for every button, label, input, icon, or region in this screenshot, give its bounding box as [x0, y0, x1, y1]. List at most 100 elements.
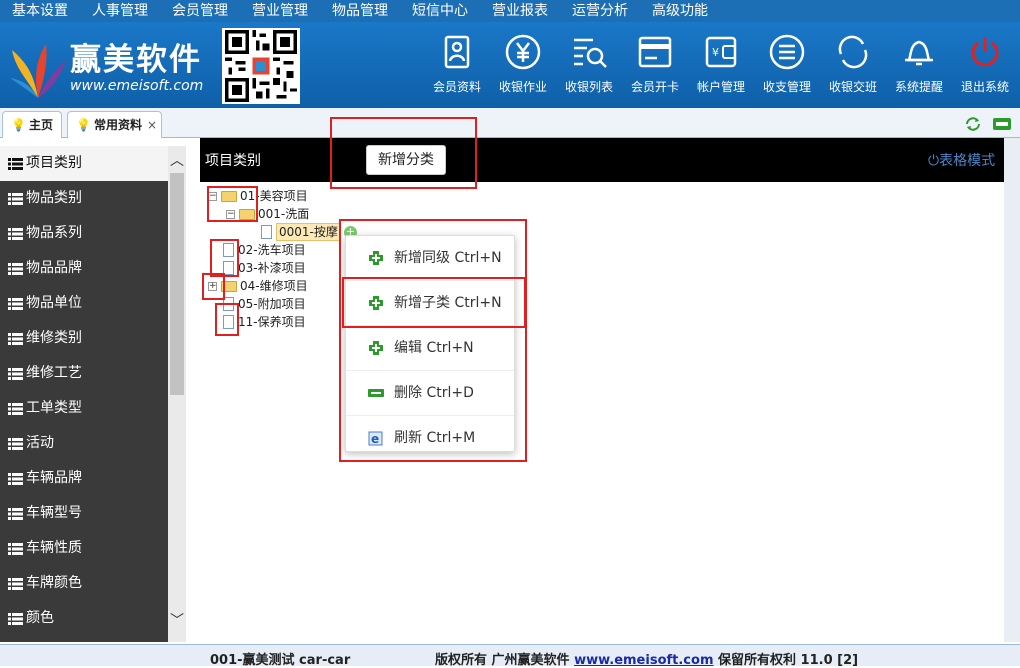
sidebar-item-project-category[interactable]: 项目类别: [0, 146, 186, 181]
minimize-icon[interactable]: [992, 116, 1012, 132]
sidebar: 项目类别 物品类别 物品系列 物品品牌 物品单位 维修类别 维修工艺 工单类型 …: [0, 146, 186, 642]
sidebar-item-vehicle-model[interactable]: 车辆型号: [0, 496, 186, 531]
toolbar-shift[interactable]: 收银交班: [822, 32, 884, 95]
toolbar-exit[interactable]: 退出系统: [954, 32, 1016, 95]
sidebar-item-work-order-type[interactable]: 工单类型: [0, 391, 186, 426]
menu-hr[interactable]: 人事管理: [80, 0, 160, 22]
toolbar-label: 会员开卡: [630, 80, 679, 94]
tab-common-data[interactable]: 💡 常用资料 ×: [67, 111, 162, 138]
list-icon: [8, 437, 23, 450]
sidebar-item-repair-process[interactable]: 维修工艺: [0, 356, 186, 391]
close-icon[interactable]: ×: [147, 118, 157, 132]
footer: 001-赢美测试 car-car 版权所有 广州赢美软件 www.emeisof…: [0, 644, 1020, 668]
tree-node-label: 02-洗车项目: [238, 243, 306, 257]
annotation-box: [215, 303, 239, 336]
sidebar-item-repair-category[interactable]: 维修类别: [0, 321, 186, 356]
sidebar-item-label: 颜色: [26, 610, 54, 626]
toolbar-label: 帐户管理: [696, 80, 745, 94]
list-icon: [8, 472, 23, 485]
document-icon: [261, 225, 272, 239]
tree-panel: [200, 182, 1004, 642]
list-icon: [8, 262, 23, 275]
toolbar-label: 退出系统: [960, 80, 1009, 94]
sidebar-item-label: 工单类型: [26, 400, 82, 416]
sidebar-item-label: 项目类别: [26, 155, 82, 171]
annotation-box: [342, 277, 526, 328]
header-banner: 赢美软件 www.emeisoft.com 会员资料 收银作业 收银列表 会员开…: [0, 22, 1020, 108]
sidebar-item-label: 物品类别: [26, 190, 82, 206]
menu-sms[interactable]: 短信中心: [400, 0, 480, 22]
sidebar-item-vehicle-nature[interactable]: 车辆性质: [0, 531, 186, 566]
svg-text:¥: ¥: [712, 46, 719, 59]
bulb-icon: 💡: [11, 118, 26, 132]
chevron-down-icon[interactable]: ﹀: [170, 610, 184, 630]
sidebar-item-label: 物品系列: [26, 225, 82, 241]
toolbar-cashier-list[interactable]: 收银列表: [558, 32, 620, 95]
sidebar-item-color[interactable]: 颜色: [0, 601, 186, 636]
tab-label: 主页: [28, 118, 53, 132]
tab-home[interactable]: 💡 主页: [2, 111, 62, 138]
logo-icon: [10, 44, 66, 98]
toolbar-open-card[interactable]: 会员开卡: [624, 32, 686, 95]
table-mode-label: 表格模式: [939, 153, 996, 169]
refresh-icon[interactable]: [963, 115, 983, 133]
footer-user: 001-赢美测试 car-car: [210, 653, 351, 668]
menu-goods[interactable]: 物品管理: [320, 0, 400, 22]
page-title: 项目类别: [205, 153, 261, 169]
lines-icon: [769, 34, 805, 70]
sidebar-item-plate-color[interactable]: 车牌颜色: [0, 566, 186, 601]
card-icon: [638, 36, 672, 68]
menu-basic-settings[interactable]: 基本设置: [0, 0, 80, 22]
annotation-box: [202, 273, 225, 300]
list-icon: [8, 367, 23, 380]
tree-node-label: 04-维修项目: [240, 279, 308, 293]
sidebar-item-goods-brand[interactable]: 物品品牌: [0, 251, 186, 286]
content-header: [200, 138, 1004, 182]
sidebar-item-goods-series[interactable]: 物品系列: [0, 216, 186, 251]
sidebar-item-label: 车辆型号: [26, 505, 82, 521]
table-mode-link[interactable]: ⏻表格模式: [928, 150, 995, 170]
annotation-box: [339, 219, 527, 462]
wallet-icon: ¥: [705, 36, 737, 68]
toolbar-label: 收银列表: [564, 80, 613, 94]
list-icon: [8, 542, 23, 555]
tree-node-label: 0001-按摩: [276, 223, 341, 241]
toolbar-member-info[interactable]: 会员资料: [426, 32, 488, 95]
list-icon: [8, 157, 23, 170]
list-icon: [8, 577, 23, 590]
right-gutter: [1004, 138, 1020, 642]
toolbar-accounts[interactable]: ¥ 帐户管理: [690, 32, 752, 95]
power-icon: [971, 37, 999, 67]
list-icon: [8, 192, 23, 205]
tree-node-label: 03-补漆项目: [238, 261, 306, 275]
toolbar-label: 收银交班: [828, 80, 877, 94]
toolbar-income-expense[interactable]: 收支管理: [756, 32, 818, 95]
menu-member[interactable]: 会员管理: [160, 0, 240, 22]
bell-icon: [905, 40, 933, 66]
menu-business[interactable]: 营业管理: [240, 0, 320, 22]
power-icon: ⏻: [928, 153, 940, 169]
tree-node-label: 11-保养项目: [238, 315, 306, 329]
sidebar-item-vehicle-brand[interactable]: 车辆品牌: [0, 461, 186, 496]
menu-analysis[interactable]: 运营分析: [560, 0, 640, 22]
sidebar-item-goods-unit[interactable]: 物品单位: [0, 286, 186, 321]
menu-reports[interactable]: 营业报表: [480, 0, 560, 22]
tree-node-label: 05-附加项目: [238, 297, 306, 311]
tab-label: 常用资料: [93, 118, 142, 132]
list-icon: [8, 612, 23, 625]
list-icon: [8, 332, 23, 345]
qr-code: [222, 28, 300, 104]
sidebar-item-goods-category[interactable]: 物品类别: [0, 181, 186, 216]
list-icon: [8, 297, 23, 310]
sidebar-item-activity[interactable]: 活动: [0, 426, 186, 461]
toolbar-cashier[interactable]: 收银作业: [492, 32, 554, 95]
sidebar-item-label: 车牌颜色: [26, 575, 82, 591]
yen-icon: [505, 34, 541, 70]
sidebar-item-label: 车辆性质: [26, 540, 82, 556]
member-card-icon: [444, 35, 470, 69]
toolbar-reminders[interactable]: 系统提醒: [888, 32, 950, 95]
chevron-up-icon[interactable]: ︿: [170, 150, 184, 170]
menu-advanced[interactable]: 高级功能: [640, 0, 720, 22]
scrollbar-thumb[interactable]: [170, 173, 184, 395]
bulb-icon: 💡: [76, 118, 91, 132]
